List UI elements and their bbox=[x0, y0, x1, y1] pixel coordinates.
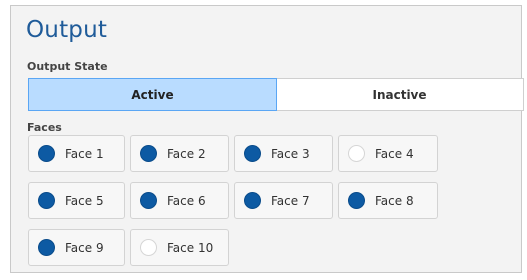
face-2-radio[interactable] bbox=[140, 145, 157, 162]
face-4-button[interactable]: Face 4 bbox=[338, 135, 438, 172]
face-6-button[interactable]: Face 6 bbox=[130, 182, 229, 219]
face-5-radio[interactable] bbox=[38, 192, 55, 209]
face-7-label: Face 7 bbox=[271, 193, 310, 208]
face-9-label: Face 9 bbox=[65, 240, 104, 255]
face-10-button[interactable]: Face 10 bbox=[130, 229, 229, 266]
face-9-button[interactable]: Face 9 bbox=[28, 229, 125, 266]
face-3-button[interactable]: Face 3 bbox=[234, 135, 333, 172]
output-panel: Output Output State Active Inactive Face… bbox=[10, 5, 524, 273]
face-8-radio[interactable] bbox=[348, 192, 365, 209]
face-2-button[interactable]: Face 2 bbox=[130, 135, 229, 172]
face-8-button[interactable]: Face 8 bbox=[338, 182, 438, 219]
face-9-radio[interactable] bbox=[38, 239, 55, 256]
output-state-toggle: Active Inactive bbox=[28, 78, 524, 111]
face-1-label: Face 1 bbox=[65, 146, 104, 161]
face-7-button[interactable]: Face 7 bbox=[234, 182, 333, 219]
face-5-label: Face 5 bbox=[65, 193, 104, 208]
face-3-label: Face 3 bbox=[271, 146, 310, 161]
panel-title: Output bbox=[26, 17, 108, 43]
face-1-radio[interactable] bbox=[38, 145, 55, 162]
face-2-label: Face 2 bbox=[167, 146, 206, 161]
face-4-radio[interactable] bbox=[348, 145, 365, 162]
output-state-inactive-button[interactable]: Inactive bbox=[276, 79, 523, 110]
face-8-label: Face 8 bbox=[375, 193, 414, 208]
face-3-radio[interactable] bbox=[244, 145, 261, 162]
face-7-radio[interactable] bbox=[244, 192, 261, 209]
face-10-label: Face 10 bbox=[167, 240, 214, 255]
output-state-label: Output State bbox=[27, 60, 108, 73]
face-6-label: Face 6 bbox=[167, 193, 206, 208]
face-1-button[interactable]: Face 1 bbox=[28, 135, 125, 172]
face-6-radio[interactable] bbox=[140, 192, 157, 209]
face-10-radio[interactable] bbox=[140, 239, 157, 256]
face-5-button[interactable]: Face 5 bbox=[28, 182, 125, 219]
output-state-active-button[interactable]: Active bbox=[28, 78, 277, 111]
face-4-label: Face 4 bbox=[375, 146, 414, 161]
faces-label: Faces bbox=[27, 121, 62, 134]
